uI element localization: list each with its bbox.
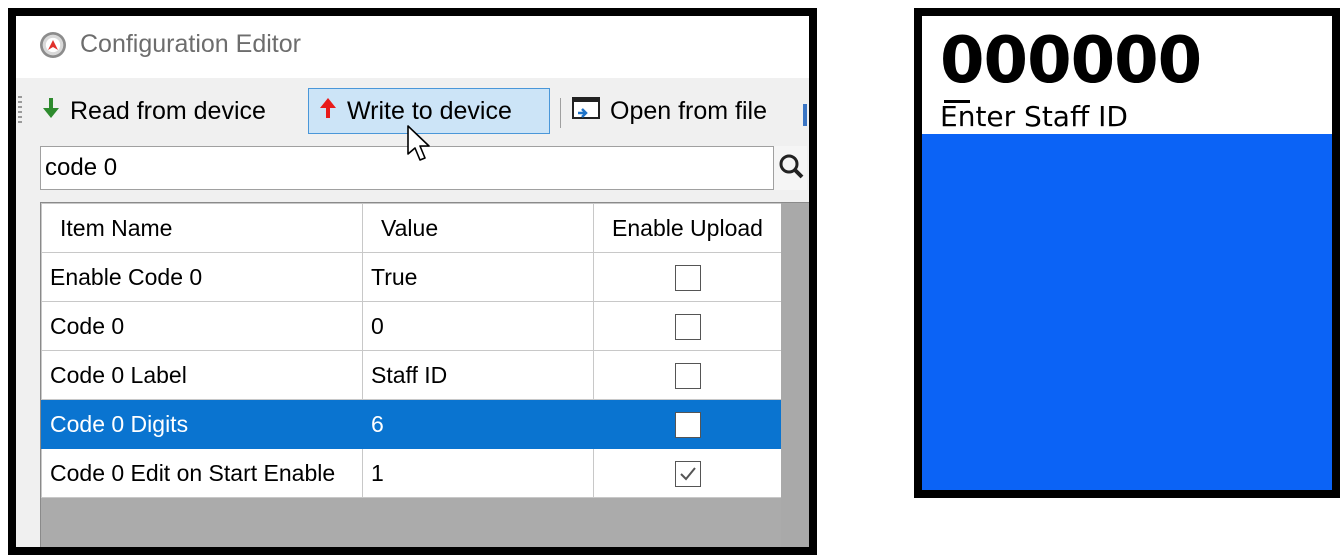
enable-upload-cell bbox=[593, 350, 782, 400]
device-screen-preview: 000000 Enter Staff ID bbox=[914, 8, 1340, 498]
configuration-editor-window: Configuration Editor Read from device Wr… bbox=[8, 8, 817, 555]
property-grid-panel: Item Name Value Enable Upload Enable Cod… bbox=[40, 202, 809, 547]
toolbar-separator bbox=[560, 98, 561, 128]
value-cell[interactable]: Staff ID bbox=[362, 350, 594, 400]
enable-upload-checkbox[interactable] bbox=[674, 264, 701, 291]
open-file-icon bbox=[572, 96, 600, 127]
table-row[interactable]: Code 0 Label Staff ID bbox=[41, 350, 782, 400]
enter-staff-id-prompt: Enter Staff ID bbox=[940, 100, 1128, 133]
mouse-pointer-icon bbox=[406, 124, 432, 169]
item-name-cell[interactable]: Code 0 Label bbox=[41, 350, 363, 400]
arrow-down-icon bbox=[42, 97, 60, 126]
enable-upload-cell bbox=[593, 399, 782, 449]
grid-scrollbar[interactable] bbox=[781, 203, 809, 547]
device-display-header: 000000 Enter Staff ID bbox=[922, 16, 1332, 134]
read-from-device-button[interactable]: Read from device bbox=[42, 88, 266, 134]
toolbar-overflow-edge bbox=[803, 104, 807, 126]
item-name-cell[interactable]: Code 0 Edit on Start Enable bbox=[41, 448, 363, 498]
device-display-body bbox=[922, 134, 1332, 490]
value-cell[interactable]: 6 bbox=[362, 399, 594, 449]
property-grid: Item Name Value Enable Upload Enable Cod… bbox=[41, 203, 782, 498]
enable-upload-cell bbox=[593, 252, 782, 302]
grid-header-row: Item Name Value Enable Upload bbox=[41, 203, 782, 253]
open-from-file-label: Open from file bbox=[610, 96, 768, 125]
value-cell[interactable]: True bbox=[362, 252, 594, 302]
open-from-file-button[interactable]: Open from file bbox=[572, 88, 767, 134]
toolbar-grip[interactable] bbox=[18, 96, 22, 126]
item-name-cell[interactable]: Code 0 bbox=[41, 301, 363, 351]
enable-upload-cell bbox=[593, 448, 782, 498]
enable-upload-checkbox-checked[interactable] bbox=[674, 460, 701, 487]
checkmark-icon bbox=[679, 467, 696, 481]
enable-upload-checkbox[interactable] bbox=[674, 411, 701, 438]
table-row[interactable]: Enable Code 0 True bbox=[41, 252, 782, 302]
column-header-value[interactable]: Value bbox=[362, 203, 594, 253]
arrow-up-icon bbox=[319, 97, 337, 126]
column-header-enable-upload[interactable]: Enable Upload bbox=[593, 203, 782, 253]
value-cell[interactable]: 0 bbox=[362, 301, 594, 351]
magnifier-icon bbox=[774, 154, 808, 192]
app-logo-icon bbox=[40, 32, 66, 58]
enable-upload-cell bbox=[593, 301, 782, 351]
read-from-device-label: Read from device bbox=[70, 96, 266, 125]
value-cell[interactable]: 1 bbox=[362, 448, 594, 498]
enable-upload-checkbox[interactable] bbox=[674, 362, 701, 389]
write-to-device-label: Write to device bbox=[347, 96, 512, 125]
window-title: Configuration Editor bbox=[80, 30, 301, 58]
title-bar: Configuration Editor bbox=[16, 16, 809, 78]
staff-id-code: 000000 bbox=[940, 24, 1202, 98]
item-name-cell[interactable]: Enable Code 0 bbox=[41, 252, 363, 302]
search-button[interactable] bbox=[773, 146, 807, 190]
table-row-selected[interactable]: Code 0 Digits 6 bbox=[41, 399, 782, 449]
enable-upload-checkbox[interactable] bbox=[674, 313, 701, 340]
item-name-cell[interactable]: Code 0 Digits bbox=[41, 399, 363, 449]
table-row[interactable]: Code 0 Edit on Start Enable 1 bbox=[41, 448, 782, 498]
table-row[interactable]: Code 0 0 bbox=[41, 301, 782, 351]
column-header-item-name[interactable]: Item Name bbox=[41, 203, 363, 253]
